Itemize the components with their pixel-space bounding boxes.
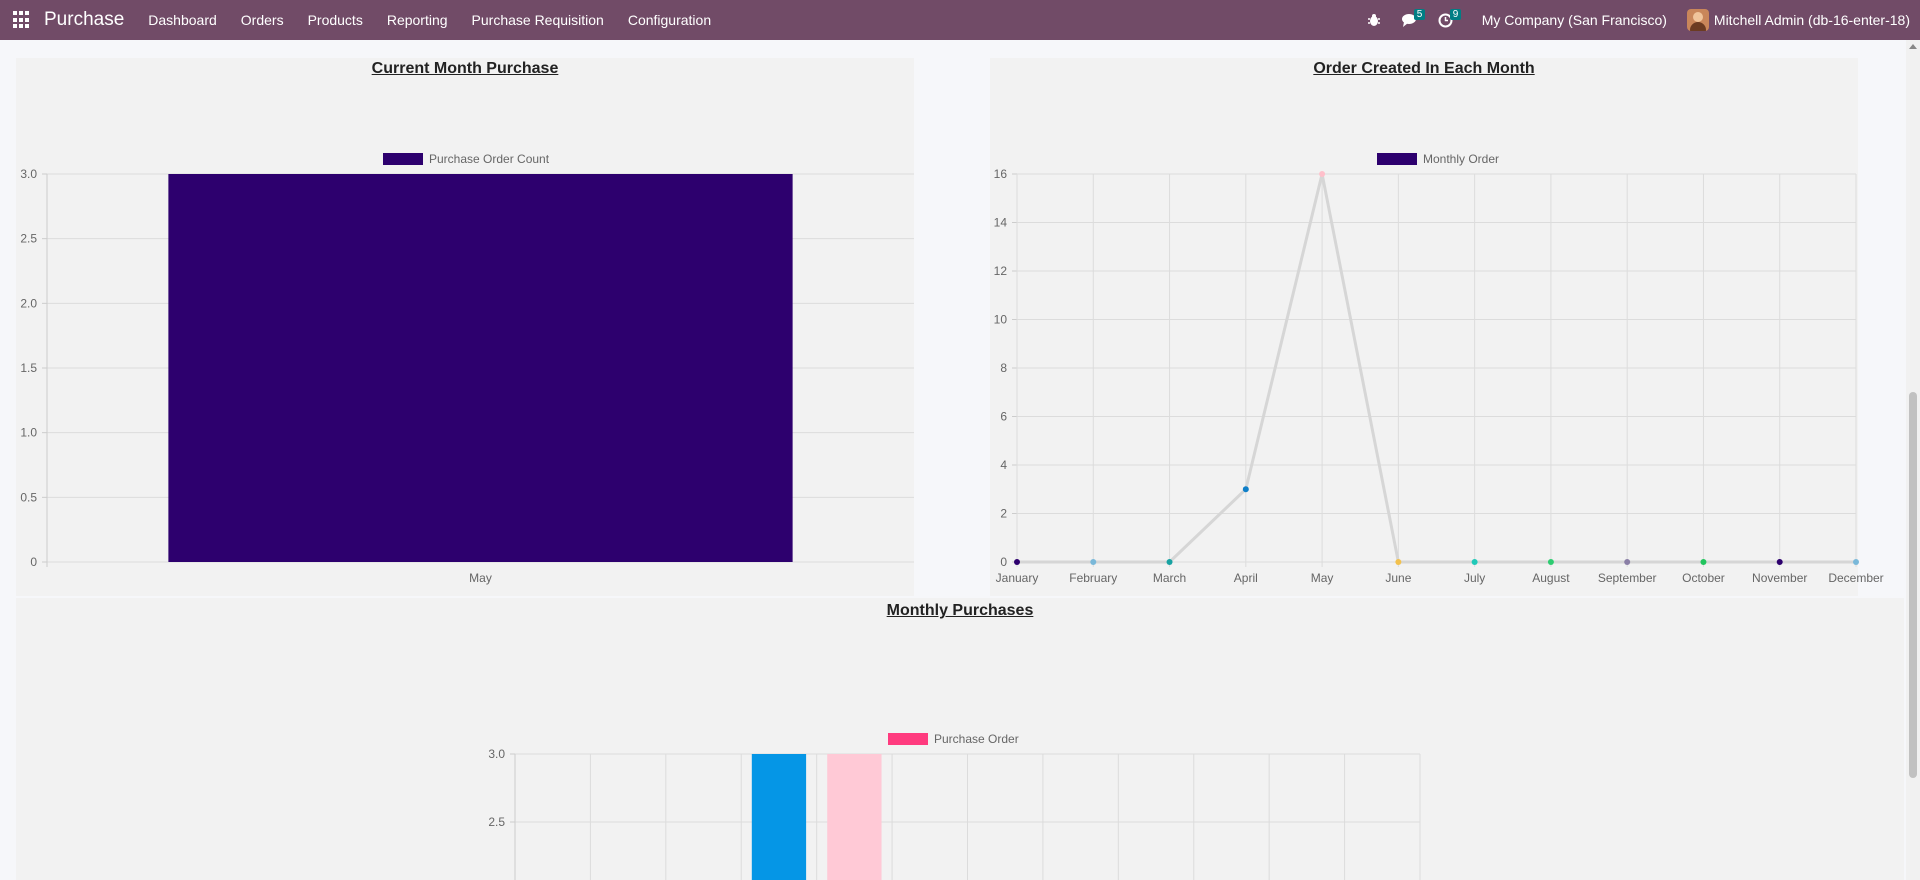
user-menu[interactable]: Mitchell Admin (db-16-enter-18) — [1686, 9, 1910, 31]
y-tick-label: 0.5 — [20, 490, 37, 504]
scroll-up-arrow-icon[interactable] — [1909, 44, 1917, 49]
y-tick-label: 4 — [1000, 458, 1007, 472]
menu-products[interactable]: Products — [296, 0, 375, 40]
y-tick-label: 2.5 — [488, 815, 505, 829]
x-tick-label: May — [1311, 571, 1334, 585]
y-tick-label: 10 — [994, 313, 1008, 327]
x-tick-label: July — [1464, 571, 1485, 585]
messages-badge: 5 — [1413, 9, 1426, 20]
app-brand[interactable]: Purchase — [44, 9, 124, 31]
menu-dashboard[interactable]: Dashboard — [136, 0, 229, 40]
menu-configuration[interactable]: Configuration — [616, 0, 723, 40]
y-tick-label: 3.0 — [488, 747, 505, 761]
y-tick-label: 14 — [994, 216, 1008, 230]
point-march — [1166, 559, 1173, 565]
menu-purchase-requisition[interactable]: Purchase Requisition — [460, 0, 616, 40]
x-tick-label: November — [1752, 571, 1807, 585]
navbar-systray: 5 9 My Company (San Francisco) Mitchell … — [1356, 0, 1920, 40]
user-name: Mitchell Admin (db-16-enter-18) — [1713, 12, 1910, 28]
point-june — [1395, 559, 1402, 565]
y-tick-label: 3.0 — [20, 167, 37, 181]
x-tick-label: March — [1153, 571, 1186, 585]
y-tick-label: 0 — [1000, 555, 1007, 569]
point-may — [1319, 171, 1326, 177]
x-tick-label: August — [1532, 571, 1570, 585]
monthly-purchases-bar-chart: 3.0 2.5 — [488, 747, 1421, 880]
bug-icon[interactable] — [1364, 0, 1384, 40]
top-navbar: Purchase Dashboard Orders Products Repor… — [0, 0, 1920, 40]
y-tick-label: 2 — [1000, 507, 1007, 521]
point-september — [1624, 559, 1631, 565]
y-tick-label: 6 — [1000, 410, 1007, 424]
point-april — [1242, 486, 1249, 493]
monthly-order-line-chart: 0 2 4 6 8 10 12 14 16 January February March April Ma… — [994, 167, 1884, 585]
current-month-purchase-panel: Current Month Purchase Purchase Order Co… — [16, 58, 914, 596]
y-tick-label: 16 — [994, 167, 1008, 181]
menu-orders[interactable]: Orders — [229, 0, 296, 40]
x-tick-label: December — [1828, 571, 1883, 585]
point-november — [1776, 559, 1783, 565]
y-tick-label: 2.5 — [20, 232, 37, 246]
y-tick-label: 1.0 — [20, 426, 37, 440]
y-tick-label: 12 — [994, 264, 1008, 278]
bar-may — [168, 174, 793, 562]
y-tick-label: 2.0 — [20, 296, 37, 310]
page-scrollbar[interactable] — [1906, 40, 1920, 880]
monthly-purchases-panel: Monthly Purchases Purchase Order 3.0 2.5 — [16, 598, 1904, 880]
apps-menu-icon[interactable] — [13, 11, 31, 29]
x-tick-label: May — [469, 571, 492, 585]
y-tick-label: 1.5 — [20, 361, 37, 375]
x-tick-label: September — [1598, 571, 1657, 585]
x-tick-label: June — [1385, 571, 1411, 585]
point-july — [1471, 559, 1478, 565]
x-tick-label: October — [1682, 571, 1725, 585]
x-tick-label: April — [1234, 571, 1258, 585]
point-january — [1014, 559, 1020, 565]
point-october — [1700, 559, 1707, 565]
scroll-thumb[interactable] — [1909, 392, 1917, 778]
current-month-bar-chart: 0 0.5 1.0 1.5 2.0 2.5 3.0 May — [20, 167, 914, 585]
y-tick-label: 0 — [30, 555, 37, 569]
x-tick-label: January — [996, 571, 1039, 585]
order-created-panel: Order Created In Each Month Monthly Orde… — [990, 58, 1884, 596]
y-tick-label: 8 — [1000, 361, 1007, 375]
point-february — [1090, 559, 1097, 565]
activities-badge: 9 — [1449, 9, 1462, 20]
x-tick-label: February — [1069, 571, 1117, 585]
point-august — [1547, 559, 1554, 565]
messages-icon[interactable]: 5 — [1400, 0, 1426, 40]
avatar — [1686, 9, 1709, 31]
bar-month-4 — [751, 754, 807, 880]
point-december — [1853, 559, 1859, 565]
company-switcher[interactable]: My Company (San Francisco) — [1482, 12, 1667, 28]
menu-reporting[interactable]: Reporting — [375, 0, 460, 40]
activities-clock-icon[interactable]: 9 — [1436, 0, 1462, 40]
bar-month-5 — [827, 754, 882, 880]
